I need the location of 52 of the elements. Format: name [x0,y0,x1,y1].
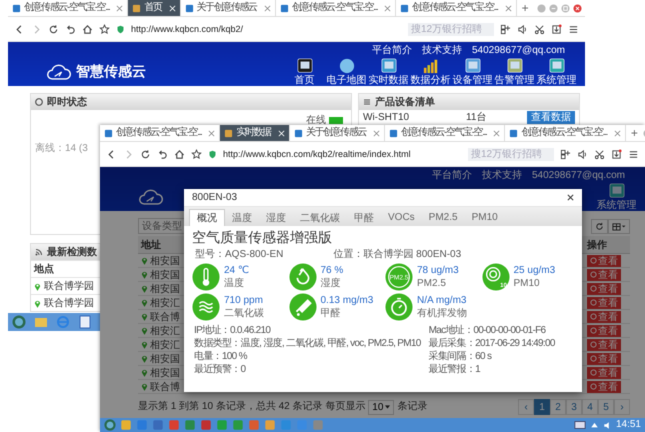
site-logo-text: 智慧传感云 [76,62,146,80]
info-text: Mac地址：00-00-00-00-01-F6 [428,324,547,337]
panel-title: 产品设备清单 [375,96,435,109]
table-cell-text: 相安汇 [150,296,180,310]
device-heading: 空气质量传感器增强版 [192,229,333,246]
legend-label: 在线 [306,114,326,126]
table-cell-text: 联合博学园 [44,280,94,293]
info-text: 最后采集：2017-06-29 14:49:00 [428,337,555,350]
metric-label: 有机挥发物 [417,307,467,320]
table-cell-text: 联合博 [150,380,180,394]
table-cell-text: 相安汇 [150,324,180,338]
metric-label: 甲醛 [320,307,342,320]
metric-value: 710 ppm [224,294,264,307]
metric-label: 温度 [224,277,245,290]
metric-value: 76 % [320,264,344,277]
record-suffix: 条记录 [397,401,428,413]
clock-time: 14:51 [616,419,641,431]
column-header: 操作 [587,238,607,252]
metric-label: PM10 [514,277,541,290]
table-cell-text: 相安国 [150,254,180,268]
panel-title: 最新检测数 [47,245,97,259]
metric-value: 24 ℃ [224,264,250,277]
info-text: 最近警报：1 [428,363,482,376]
metric-value: 0.13 mg/m3 [320,294,374,307]
record-summary: 显示第 1 到第 10 条记录，总共 42 条记录 每页显示 [138,401,366,413]
table-cell-text: 相安国 [150,366,180,380]
metric-label: 湿度 [320,277,342,290]
info-text: 采集间隔：60 s [428,350,493,363]
info-text: 最近预警：0 [194,363,247,376]
table-cell-text: 相安国 [150,282,180,296]
location-text: 位置：联合博学园 800EN-03 [333,248,462,261]
table-cell-text: 联合博 [150,310,180,324]
column-header: 地址 [141,238,161,252]
info-text: IP地址：0.0.46.210 [194,324,272,337]
table-cell-text: 相安国 [150,268,180,282]
model-text: 型号：AQS-800-EN [195,248,284,261]
table-cell-text: 联合博学园 [44,296,94,310]
metric-label: PM2.5 [417,277,447,290]
device-count: 11台 [466,112,488,124]
info-text: 数据类型：温度, 湿度, 二氧化碳, 甲醛, voc, PM2.5, PM10 [194,337,421,350]
metric-value: N/A mg/m3 [417,294,467,307]
dialog-title: 800EN-03 [192,192,238,203]
device-name: Wi-SHT10 [363,112,410,124]
offline-count: 离线：14 (3 [35,142,88,155]
metric-value: 25 ug/m3 [514,264,556,277]
metric-value: 78 ug/m3 [417,264,459,277]
info-text: 电量：100 % [194,350,248,363]
panel-title: 即时状态 [47,96,87,109]
table-cell-text: 相安汇 [150,338,180,352]
column-header: 地点 [34,262,54,276]
metric-label: 二氧化碳 [224,307,264,320]
table-cell-text: 相安国 [150,352,180,366]
